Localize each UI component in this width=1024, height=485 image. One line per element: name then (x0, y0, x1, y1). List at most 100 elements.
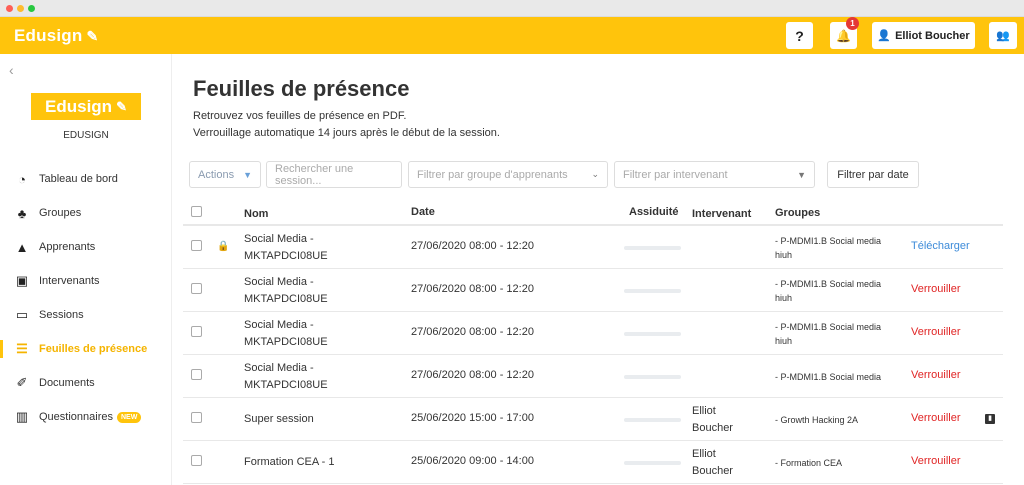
attendance-bar (624, 461, 681, 465)
session-name[interactable]: Super session (244, 411, 384, 428)
column-nom[interactable]: Nom (244, 206, 384, 223)
row-checkbox[interactable] (191, 412, 202, 423)
brand-logo[interactable]: Edusign ✎ (14, 26, 98, 46)
feather-icon: ✎ (86, 28, 99, 44)
row-checkbox[interactable] (191, 369, 202, 380)
lock-link[interactable]: Verrouiller (911, 326, 961, 338)
select-all-checkbox[interactable] (191, 206, 202, 217)
user-menu-button[interactable]: 👤 Elliot Boucher (872, 22, 975, 49)
table-header: Nom Date Assiduité Intervenant Groupes (183, 197, 1003, 226)
table-row[interactable]: Social Media - MKTAPDCI08UE 27/06/2020 08:… (183, 269, 1003, 312)
users-icon: 👥 (996, 30, 1010, 42)
sidebar-item-apprenants[interactable]: ▲ Apprenants (0, 230, 172, 264)
attendance-bar (624, 289, 681, 293)
search-input[interactable]: Rechercher une session... (266, 161, 402, 188)
table-row[interactable]: Formation CEA - 1 25/06/2020 09:00 - 14:0… (183, 441, 1003, 484)
lock-link[interactable]: Verrouiller (911, 455, 961, 467)
sidebar-item-intervenants[interactable]: ▣ Intervenants (0, 264, 172, 298)
browser-chrome (0, 0, 1024, 17)
chart-icon: ▥ (15, 409, 29, 424)
session-name[interactable]: Social Media - MKTAPDCI08UE (244, 274, 384, 308)
teacher-filter-select[interactable]: Filtrer par intervenant ▼ (614, 161, 815, 188)
top-bar: Edusign ✎ ? 🔔 1 👤 Elliot Boucher 👥 (0, 17, 1024, 54)
session-date: 27/06/2020 08:00 - 12:20 (411, 240, 534, 252)
row-checkbox[interactable] (191, 455, 202, 466)
attendance-table: Nom Date Assiduité Intervenant Groupes 🔒… (183, 197, 1003, 484)
lock-link[interactable]: Verrouiller (911, 412, 961, 424)
session-name[interactable]: Social Media - MKTAPDCI08UE (244, 317, 384, 351)
row-checkbox[interactable] (191, 283, 202, 294)
session-name[interactable]: Formation CEA - 1 (244, 454, 384, 471)
sidebar-item-groupes[interactable]: ♣ Groupes (0, 196, 172, 230)
chevron-down-icon: ⌄ (591, 169, 599, 179)
date-filter-button[interactable]: Filtrer par date (827, 161, 919, 188)
learners-icon: ▲ (15, 239, 29, 255)
session-groups: - P-MDMI1.B Social media hiuh (775, 279, 882, 303)
collapse-sidebar-icon[interactable]: ‹ (9, 62, 14, 78)
session-date: 25/06/2020 15:00 - 17:00 (411, 412, 534, 424)
attendance-bar (624, 418, 681, 422)
bell-icon: 🔔 (836, 28, 851, 43)
page-subtitle: Retrouvez vos feuilles de présence en PD… (193, 110, 500, 139)
session-date: 27/06/2020 08:00 - 12:20 (411, 326, 534, 338)
table-body: 🔒 Social Media - MKTAPDCI08UE 27/06/2020 08… (183, 226, 1003, 484)
session-name[interactable]: Social Media - MKTAPDCI08UE (244, 231, 384, 265)
documents-icon: ✐ (16, 375, 28, 390)
column-assiduite[interactable]: Assiduité (629, 206, 679, 218)
column-groupes[interactable]: Groupes (775, 206, 890, 220)
notifications-button[interactable]: 🔔 1 (830, 17, 859, 49)
table-row[interactable]: Super session 25/06/2020 15:00 - 17:00 Ell… (183, 398, 1003, 441)
session-groups: - P-MDMI1.B Social media (775, 372, 882, 382)
lock-link[interactable]: Verrouiller (911, 283, 961, 295)
session-teacher: Elliot Boucher (692, 448, 733, 477)
table-row[interactable]: Social Media - MKTAPDCI08UE 27/06/2020 08:… (183, 312, 1003, 355)
chevron-down-icon: ▼ (243, 169, 252, 180)
session-groups: - Growth Hacking 2A (775, 415, 859, 425)
notification-badge: 1 (846, 17, 859, 30)
attendance-bar (624, 375, 681, 379)
session-teacher: Elliot Boucher (692, 405, 733, 434)
table-row[interactable]: 🔒 Social Media - MKTAPDCI08UE 27/06/2020 08… (183, 226, 1003, 269)
maximize-window-icon[interactable] (28, 5, 35, 12)
attendance-bar (624, 332, 681, 336)
minimize-window-icon[interactable] (17, 5, 24, 12)
dashboard-icon: ◔ (18, 171, 26, 187)
group-filter-select[interactable]: Filtrer par groupe d'apprenants ⌄ (408, 161, 608, 188)
table-row[interactable]: Social Media - MKTAPDCI08UE 27/06/2020 08:… (183, 355, 1003, 398)
page-title: Feuilles de présence (193, 76, 410, 101)
session-date: 27/06/2020 08:00 - 12:20 (411, 369, 534, 381)
session-groups: - Formation CEA (775, 458, 843, 468)
sidebar-item-tableau-de-bord[interactable]: ◔ Tableau de bord (0, 162, 172, 196)
user-icon: 👤 (877, 30, 892, 42)
new-badge: NEW (117, 411, 142, 423)
laptop-icon: ▭ (15, 307, 29, 322)
sidebar-item-questionnaires[interactable]: ▥ Questionnaires NEW (0, 400, 172, 434)
teachers-icon: ▣ (15, 273, 29, 288)
groups-icon: ♣ (17, 205, 27, 221)
sidebar-logo: Edusign ✎ (31, 93, 141, 120)
row-checkbox[interactable] (191, 326, 202, 337)
sidebar-item-feuilles-de-presence[interactable]: ☰ Feuilles de présence (0, 332, 172, 366)
session-date: 25/06/2020 09:00 - 14:00 (411, 455, 534, 467)
sidebar: ‹ Edusign ✎ EDUSIGN ◔ Tableau de bord ♣ Gro… (0, 54, 172, 485)
close-window-icon[interactable] (6, 5, 13, 12)
list-icon: ☰ (16, 341, 28, 356)
sidebar-item-sessions[interactable]: ▭ Sessions (0, 298, 172, 332)
download-link[interactable]: Télécharger (911, 240, 970, 252)
session-date: 27/06/2020 08:00 - 12:20 (411, 283, 534, 295)
actions-dropdown[interactable]: Actions ▼ (189, 161, 261, 188)
lock-link[interactable]: Verrouiller (911, 369, 961, 381)
team-button[interactable]: 👥 (989, 22, 1017, 49)
row-checkbox[interactable] (191, 240, 202, 251)
caret-down-icon: ▼ (797, 169, 806, 180)
column-date[interactable]: Date (411, 206, 435, 218)
sidebar-item-documents[interactable]: ✐ Documents (0, 366, 172, 400)
column-intervenant[interactable]: Intervenant (692, 206, 751, 223)
sidebar-nav: ◔ Tableau de bord ♣ Groupes ▲ Apprenants ▣ I… (0, 162, 172, 434)
session-groups: - P-MDMI1.B Social media hiuh (775, 322, 882, 346)
help-button[interactable]: ? (786, 22, 813, 49)
session-name[interactable]: Social Media - MKTAPDCI08UE (244, 360, 384, 394)
session-groups: - P-MDMI1.B Social media hiuh (775, 236, 882, 260)
attendance-bar (624, 246, 681, 250)
lock-icon: 🔒 (217, 241, 230, 252)
